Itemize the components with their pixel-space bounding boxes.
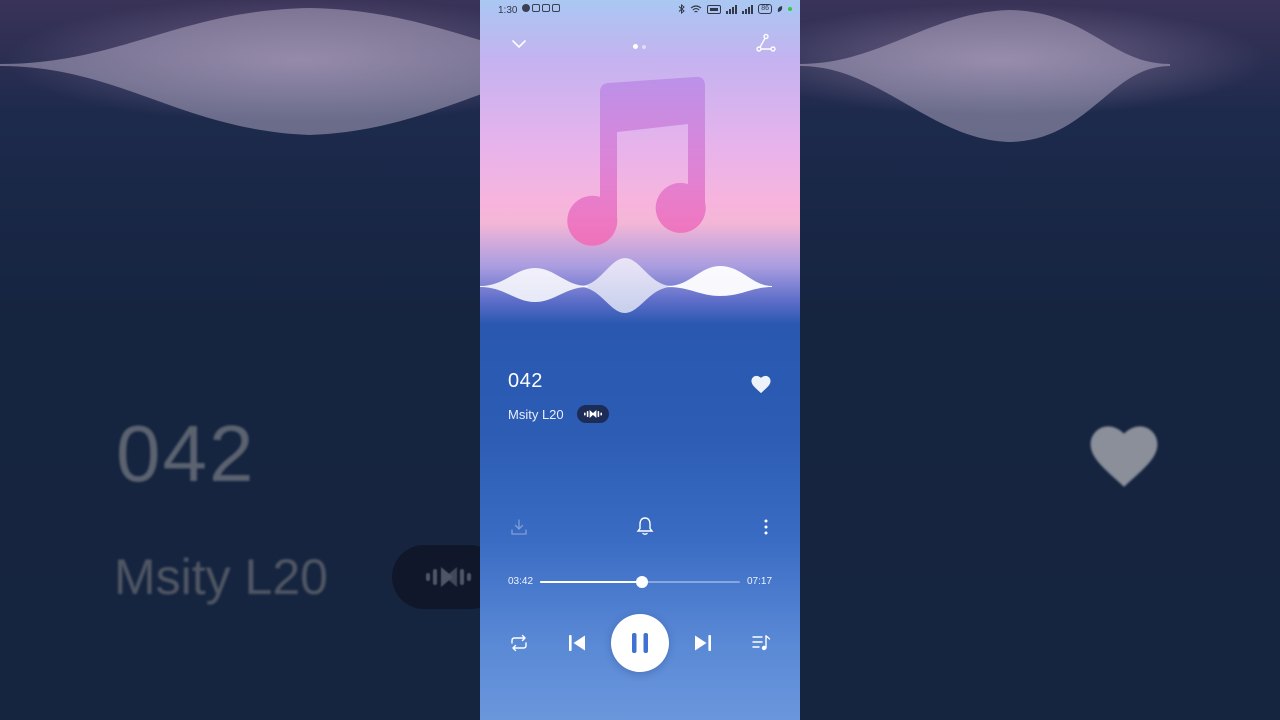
favorite-heart-icon[interactable] bbox=[750, 374, 772, 394]
track-title: 042 bbox=[508, 370, 543, 392]
pause-button[interactable] bbox=[611, 614, 669, 672]
signal-icon bbox=[742, 4, 754, 14]
phone-notification-icon bbox=[522, 4, 530, 12]
progress-thumb[interactable] bbox=[635, 576, 648, 588]
music-player-screen: 1:30 86 042 Msity L20 03:42 07:17 bbox=[480, 0, 800, 720]
backdrop-audio-quality-icon bbox=[426, 567, 471, 587]
page-indicator bbox=[633, 44, 646, 49]
share-icon[interactable] bbox=[756, 33, 776, 53]
page-dot-active bbox=[633, 44, 638, 49]
progress-fill bbox=[540, 581, 642, 583]
volte-icon bbox=[707, 4, 722, 14]
audio-quality-badge[interactable] bbox=[577, 405, 609, 423]
instagram-notification-icon bbox=[532, 4, 540, 12]
sound-wave-visual bbox=[480, 258, 772, 313]
artist-name[interactable]: Msity L20 bbox=[508, 407, 564, 422]
playlist-icon[interactable] bbox=[751, 634, 771, 652]
music-note-artwork bbox=[567, 76, 706, 246]
total-duration: 07:17 bbox=[747, 576, 773, 587]
skip-next-icon[interactable] bbox=[693, 633, 713, 653]
instagram-notification-icon bbox=[552, 4, 560, 12]
status-indicators: 86 bbox=[678, 4, 792, 14]
notification-icons bbox=[522, 4, 560, 12]
skip-previous-icon[interactable] bbox=[567, 633, 587, 653]
backdrop-track-title: 042 bbox=[116, 409, 256, 498]
bluetooth-icon bbox=[678, 4, 685, 14]
status-time: 1:30 bbox=[498, 5, 518, 16]
download-icon[interactable] bbox=[510, 518, 528, 536]
page-dot bbox=[642, 44, 646, 49]
instagram-notification-icon bbox=[542, 4, 550, 12]
active-indicator-dot bbox=[788, 7, 792, 11]
audio-quality-icon bbox=[584, 410, 602, 418]
chevron-down-icon[interactable] bbox=[511, 38, 527, 50]
progress-bar[interactable] bbox=[540, 576, 740, 588]
wifi-icon bbox=[690, 4, 702, 12]
backdrop-heart-icon bbox=[1090, 426, 1158, 487]
more-vertical-icon[interactable] bbox=[763, 518, 769, 536]
pause-icon bbox=[632, 633, 648, 653]
bell-icon[interactable] bbox=[636, 516, 654, 536]
signal-icon bbox=[726, 4, 738, 14]
battery-level: 86 bbox=[758, 4, 772, 14]
leaf-icon bbox=[777, 6, 783, 12]
backdrop-artist-name: Msity L20 bbox=[114, 549, 328, 605]
elapsed-time: 03:42 bbox=[508, 576, 534, 587]
repeat-icon[interactable] bbox=[509, 634, 529, 652]
